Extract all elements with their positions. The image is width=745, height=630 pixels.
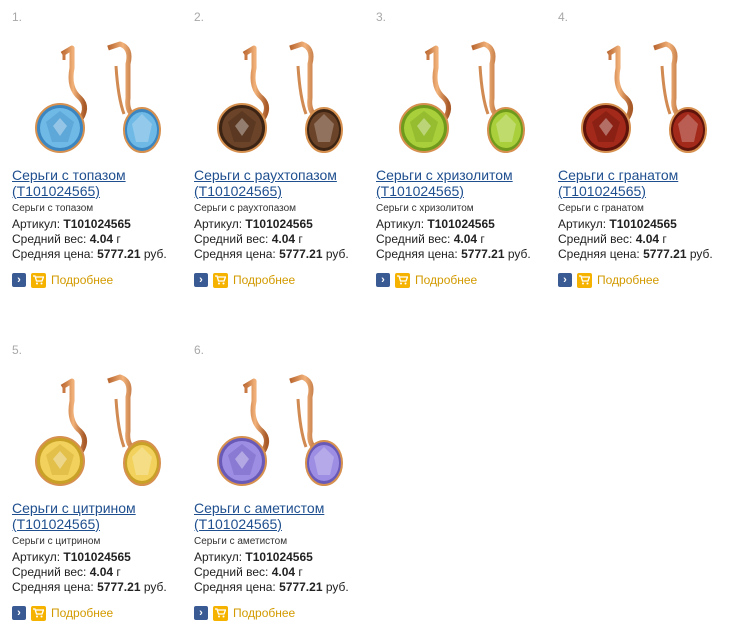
weight-row: Средний вес: 4.04 г bbox=[12, 232, 121, 246]
arrow-right-icon[interactable]: › bbox=[558, 273, 572, 287]
product-actions: › Подробнее bbox=[194, 605, 295, 621]
product-title-link[interactable]: Серьги с хризолитом (Т101024565) bbox=[376, 167, 556, 199]
product-image[interactable] bbox=[20, 18, 182, 164]
weight-row: Средний вес: 4.04 г bbox=[558, 232, 667, 246]
product-description: Серьги с хризолитом bbox=[376, 203, 474, 214]
more-details-link[interactable]: Подробнее bbox=[233, 273, 295, 287]
product-description: Серьги с аметистом bbox=[194, 536, 288, 547]
cart-icon[interactable] bbox=[395, 272, 410, 288]
product-actions: › Подробнее bbox=[194, 272, 295, 288]
article-row: Артикул: Т101024565 bbox=[12, 217, 131, 231]
arrow-right-icon[interactable]: › bbox=[194, 606, 208, 620]
cart-icon[interactable] bbox=[31, 605, 46, 621]
product-image[interactable] bbox=[202, 351, 364, 497]
article-row: Артикул: Т101024565 bbox=[12, 550, 131, 564]
more-details-link[interactable]: Подробнее bbox=[51, 273, 113, 287]
weight-row: Средний вес: 4.04 г bbox=[376, 232, 485, 246]
product-image[interactable] bbox=[202, 18, 364, 164]
price-row: Средняя цена: 5777.21 руб. bbox=[12, 247, 167, 261]
product-description: Серьги с раухтопазом bbox=[194, 203, 297, 214]
weight-row: Средний вес: 4.04 г bbox=[194, 232, 303, 246]
article-row: Артикул: Т101024565 bbox=[376, 217, 495, 231]
product-title-link[interactable]: Серьги с аметистом (Т101024565) bbox=[194, 500, 374, 532]
product-description: Серьги с топазом bbox=[12, 203, 94, 214]
more-details-link[interactable]: Подробнее bbox=[233, 606, 295, 620]
price-row: Средняя цена: 5777.21 руб. bbox=[194, 247, 349, 261]
product-title-link[interactable]: Серьги с топазом (Т101024565) bbox=[12, 167, 192, 199]
more-details-link[interactable]: Подробнее bbox=[51, 606, 113, 620]
arrow-right-icon[interactable]: › bbox=[12, 606, 26, 620]
weight-row: Средний вес: 4.04 г bbox=[12, 565, 121, 579]
arrow-right-icon[interactable]: › bbox=[194, 273, 208, 287]
price-row: Средняя цена: 5777.21 руб. bbox=[376, 247, 531, 261]
article-row: Артикул: Т101024565 bbox=[194, 217, 313, 231]
product-actions: › Подробнее bbox=[12, 272, 113, 288]
more-details-link[interactable]: Подробнее bbox=[415, 273, 477, 287]
product-actions: › Подробнее bbox=[558, 272, 659, 288]
arrow-right-icon[interactable]: › bbox=[376, 273, 390, 287]
product-actions: › Подробнее bbox=[376, 272, 477, 288]
product-title-link[interactable]: Серьги с цитрином (Т101024565) bbox=[12, 500, 192, 532]
article-row: Артикул: Т101024565 bbox=[558, 217, 677, 231]
price-row: Средняя цена: 5777.21 руб. bbox=[12, 580, 167, 594]
product-image[interactable] bbox=[20, 351, 182, 497]
weight-row: Средний вес: 4.04 г bbox=[194, 565, 303, 579]
product-image[interactable] bbox=[566, 18, 728, 164]
cart-icon[interactable] bbox=[577, 272, 592, 288]
cart-icon[interactable] bbox=[213, 272, 228, 288]
arrow-right-icon[interactable]: › bbox=[12, 273, 26, 287]
product-actions: › Подробнее bbox=[12, 605, 113, 621]
price-row: Средняя цена: 5777.21 руб. bbox=[194, 580, 349, 594]
product-image[interactable] bbox=[384, 18, 546, 164]
article-row: Артикул: Т101024565 bbox=[194, 550, 313, 564]
product-description: Серьги с гранатом bbox=[558, 203, 644, 214]
price-row: Средняя цена: 5777.21 руб. bbox=[558, 247, 713, 261]
cart-icon[interactable] bbox=[31, 272, 46, 288]
more-details-link[interactable]: Подробнее bbox=[597, 273, 659, 287]
product-title-link[interactable]: Серьги с гранатом (Т101024565) bbox=[558, 167, 738, 199]
product-description: Серьги с цитрином bbox=[12, 536, 101, 547]
product-title-link[interactable]: Серьги с раухтопазом (Т101024565) bbox=[194, 167, 374, 199]
cart-icon[interactable] bbox=[213, 605, 228, 621]
